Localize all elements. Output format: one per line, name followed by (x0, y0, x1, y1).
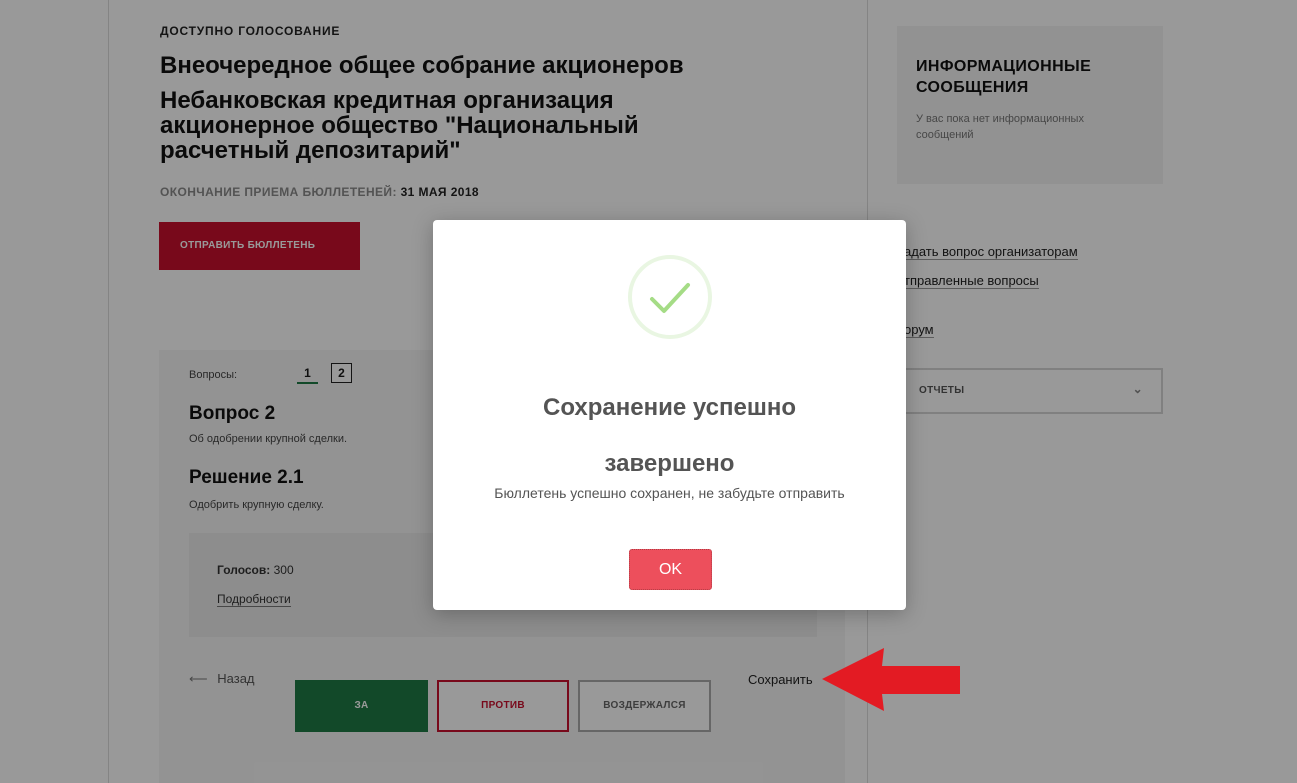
dialog-title-line2: завершено (604, 450, 735, 477)
success-icon-circle (628, 255, 712, 339)
red-arrow-pointer (822, 648, 960, 711)
check-icon (650, 283, 690, 313)
dialog-title-line1: Сохранение успешно (543, 394, 796, 421)
success-dialog: Сохранение успешно завершено Бюллетень у… (433, 220, 906, 610)
ok-button[interactable]: OK (629, 549, 712, 590)
dialog-message: Бюллетень успешно сохранен, не забудьте … (494, 485, 845, 501)
dialog-title: Сохранение успешно завершено (433, 380, 906, 492)
